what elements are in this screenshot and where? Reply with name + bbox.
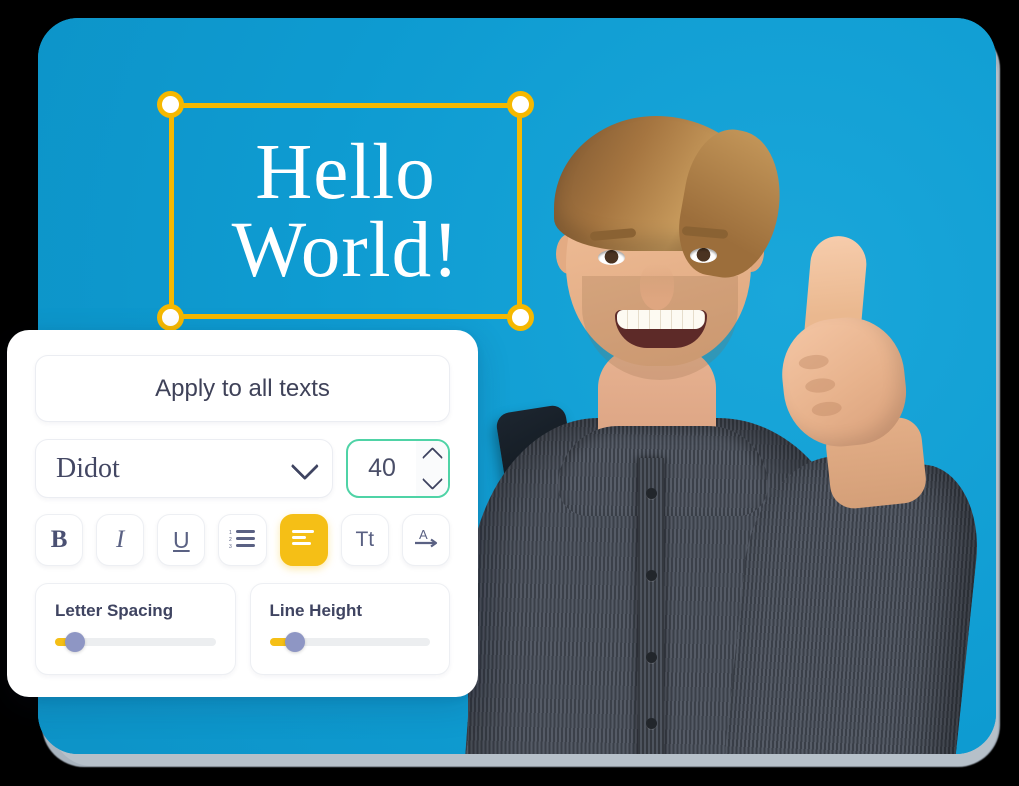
photo-nose: [640, 264, 674, 310]
a-arrow-icon: A: [413, 526, 439, 555]
selection-bounding-box[interactable]: [157, 91, 534, 331]
align-left-icon: [291, 529, 316, 552]
photo-knuckle: [798, 353, 830, 371]
numbered-list-button[interactable]: 1 2 3: [218, 514, 267, 566]
photo-shirt-button: [646, 718, 657, 729]
bold-icon: B: [50, 526, 68, 553]
text-case-button[interactable]: Tt: [340, 514, 389, 566]
photo-left-eye: [598, 250, 625, 265]
line-height-slider-card: Line Height: [249, 583, 450, 675]
chevron-down-icon: [290, 451, 319, 480]
line-height-thumb[interactable]: [284, 632, 305, 652]
resize-handle-top-right[interactable]: [507, 91, 534, 118]
font-family-value: Didot: [56, 452, 120, 484]
screenshot-stage: Hello World! Apply to all texts Didot 40…: [0, 0, 1019, 786]
letter-spacing-slider[interactable]: [55, 632, 216, 652]
letter-spacing-button[interactable]: A: [401, 514, 450, 566]
letter-spacing-thumb[interactable]: [65, 632, 86, 652]
text-format-panel: Apply to all texts Didot B I: [7, 330, 478, 697]
text-case-icon: Tt: [355, 528, 375, 551]
italic-icon: I: [116, 526, 125, 553]
resize-handle-top-left[interactable]: [157, 91, 184, 118]
svg-text:3: 3: [229, 544, 232, 548]
font-family-select[interactable]: Didot: [35, 439, 333, 498]
font-size-stepper[interactable]: [346, 439, 450, 498]
photo-shirt-button: [646, 570, 657, 581]
numbered-list-icon: 1 2 3: [229, 528, 256, 553]
photo-shirt-button: [646, 652, 657, 663]
underline-icon: U: [173, 526, 190, 553]
line-height-label: Line Height: [269, 601, 363, 620]
line-height-slider[interactable]: [269, 632, 430, 652]
photo-teeth: [617, 310, 705, 329]
underline-button[interactable]: U: [157, 514, 206, 566]
photo-knuckle: [804, 376, 836, 395]
resize-handle-bottom-left[interactable]: [157, 304, 184, 331]
slider-row: Letter Spacing Line Height: [35, 583, 450, 675]
svg-text:A: A: [419, 527, 428, 542]
photo-right-eye: [690, 248, 717, 263]
formatting-toolbar: B I U 1 2 3 Tt A: [35, 514, 450, 566]
align-left-button[interactable]: [279, 514, 328, 566]
font-row: Didot: [35, 439, 450, 498]
italic-button[interactable]: I: [96, 514, 145, 566]
font-size-spinners: [416, 441, 448, 496]
letter-spacing-slider-card: Letter Spacing: [35, 583, 236, 675]
chevron-down-icon[interactable]: [421, 468, 443, 491]
font-size-input[interactable]: [348, 441, 416, 496]
photo-knuckle: [811, 400, 843, 418]
bold-button[interactable]: B: [35, 514, 84, 566]
svg-text:2: 2: [229, 537, 232, 543]
svg-text:1: 1: [229, 530, 232, 536]
photo-shirt-button: [646, 488, 657, 499]
chevron-up-icon[interactable]: [421, 446, 443, 469]
photo-shirt-placket: [638, 458, 664, 754]
apply-to-all-texts-button[interactable]: Apply to all texts: [35, 355, 450, 422]
resize-handle-bottom-right[interactable]: [507, 304, 534, 331]
letter-spacing-label: Letter Spacing: [55, 601, 174, 620]
